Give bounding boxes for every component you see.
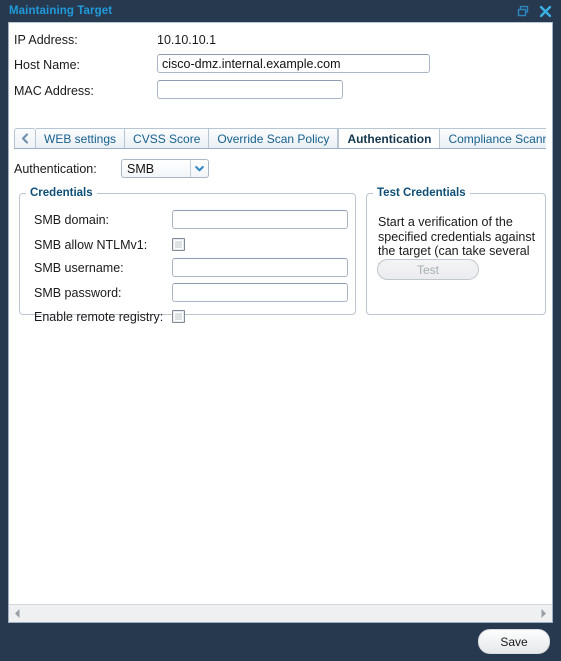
field-row-mac-address: MAC Address: [9, 80, 552, 102]
smb-password-input[interactable] [172, 283, 348, 302]
test-credentials-legend: Test Credentials [377, 187, 466, 199]
window-title: Maintaining Target [9, 5, 113, 17]
smb-username-input[interactable] [172, 258, 348, 277]
field-row-ip-address: IP Address: 10.10.10.1 [9, 29, 552, 51]
authentication-label: Authentication: [14, 161, 97, 176]
window-controls [517, 5, 561, 18]
authentication-row: Authentication: SMB [14, 159, 209, 178]
tab-web-settings[interactable]: WEB settings [36, 128, 126, 148]
test-credentials-button[interactable]: Test [377, 259, 479, 280]
smb-allow-ntlmv1-checkbox[interactable] [172, 238, 185, 251]
enable-remote-registry-label: Enable remote registry: [34, 310, 164, 324]
host-name-input[interactable] [157, 54, 430, 73]
tab-cvss-score[interactable]: CVSS Score [125, 128, 210, 148]
credentials-row-smb-allow-ntlmv1: SMB allow NTLMv1: [20, 235, 355, 255]
tab-override-scan-policy[interactable]: Override Scan Policy [209, 128, 339, 148]
smb-allow-ntlmv1-label: SMB allow NTLMv1: [34, 238, 148, 252]
credentials-row-enable-remote-registry: Enable remote registry: [20, 307, 355, 327]
credentials-row-smb-domain: SMB domain: [20, 210, 355, 230]
credentials-row-smb-password: SMB password: [20, 283, 355, 303]
chevron-left-icon [21, 133, 28, 144]
mac-address-input[interactable] [157, 80, 343, 99]
title-bar: Maintaining Target [0, 0, 561, 22]
footer-bar: Save [0, 623, 561, 661]
save-button[interactable]: Save [478, 629, 550, 654]
tab-bar: WEB settings CVSS Score Override Scan Po… [14, 127, 546, 149]
test-credentials-group: Test Credentials Start a verification of… [366, 187, 546, 315]
chevron-down-icon [190, 160, 208, 177]
ip-address-value: 10.10.10.1 [157, 33, 217, 47]
host-name-label: Host Name: [14, 58, 80, 72]
client-area: IP Address: 10.10.10.1 Host Name: MAC Ad… [8, 22, 553, 623]
maintaining-target-window: Maintaining Target IP Address: 10.10.10.… [0, 0, 561, 661]
scroll-right-arrow-button[interactable] [535, 605, 552, 622]
triangle-right-icon [541, 609, 546, 618]
close-icon[interactable] [539, 5, 552, 18]
credentials-row-smb-username: SMB username: [20, 258, 355, 278]
smb-domain-label: SMB domain: [34, 213, 110, 227]
smb-password-label: SMB password: [34, 286, 122, 300]
authentication-select[interactable]: SMB [121, 159, 209, 178]
enable-remote-registry-checkbox[interactable] [172, 310, 185, 323]
tab-scroll-left-button[interactable] [14, 128, 36, 148]
credentials-group: Credentials SMB domain: SMB allow NTLMv1… [19, 187, 356, 324]
tab-compliance-scanning[interactable]: Compliance Scanning [440, 128, 546, 148]
credentials-legend: Credentials [30, 187, 93, 199]
restore-icon[interactable] [517, 5, 530, 18]
smb-domain-input[interactable] [172, 210, 348, 229]
triangle-left-icon [15, 609, 20, 618]
tab-authentication[interactable]: Authentication [338, 128, 441, 148]
smb-username-label: SMB username: [34, 261, 124, 275]
field-row-host-name: Host Name: [9, 54, 552, 76]
ip-address-label: IP Address: [14, 33, 78, 47]
scroll-left-arrow-button[interactable] [9, 605, 26, 622]
horizontal-scrollbar[interactable] [9, 604, 552, 622]
mac-address-label: MAC Address: [14, 84, 94, 98]
authentication-selected-value: SMB [127, 161, 155, 176]
